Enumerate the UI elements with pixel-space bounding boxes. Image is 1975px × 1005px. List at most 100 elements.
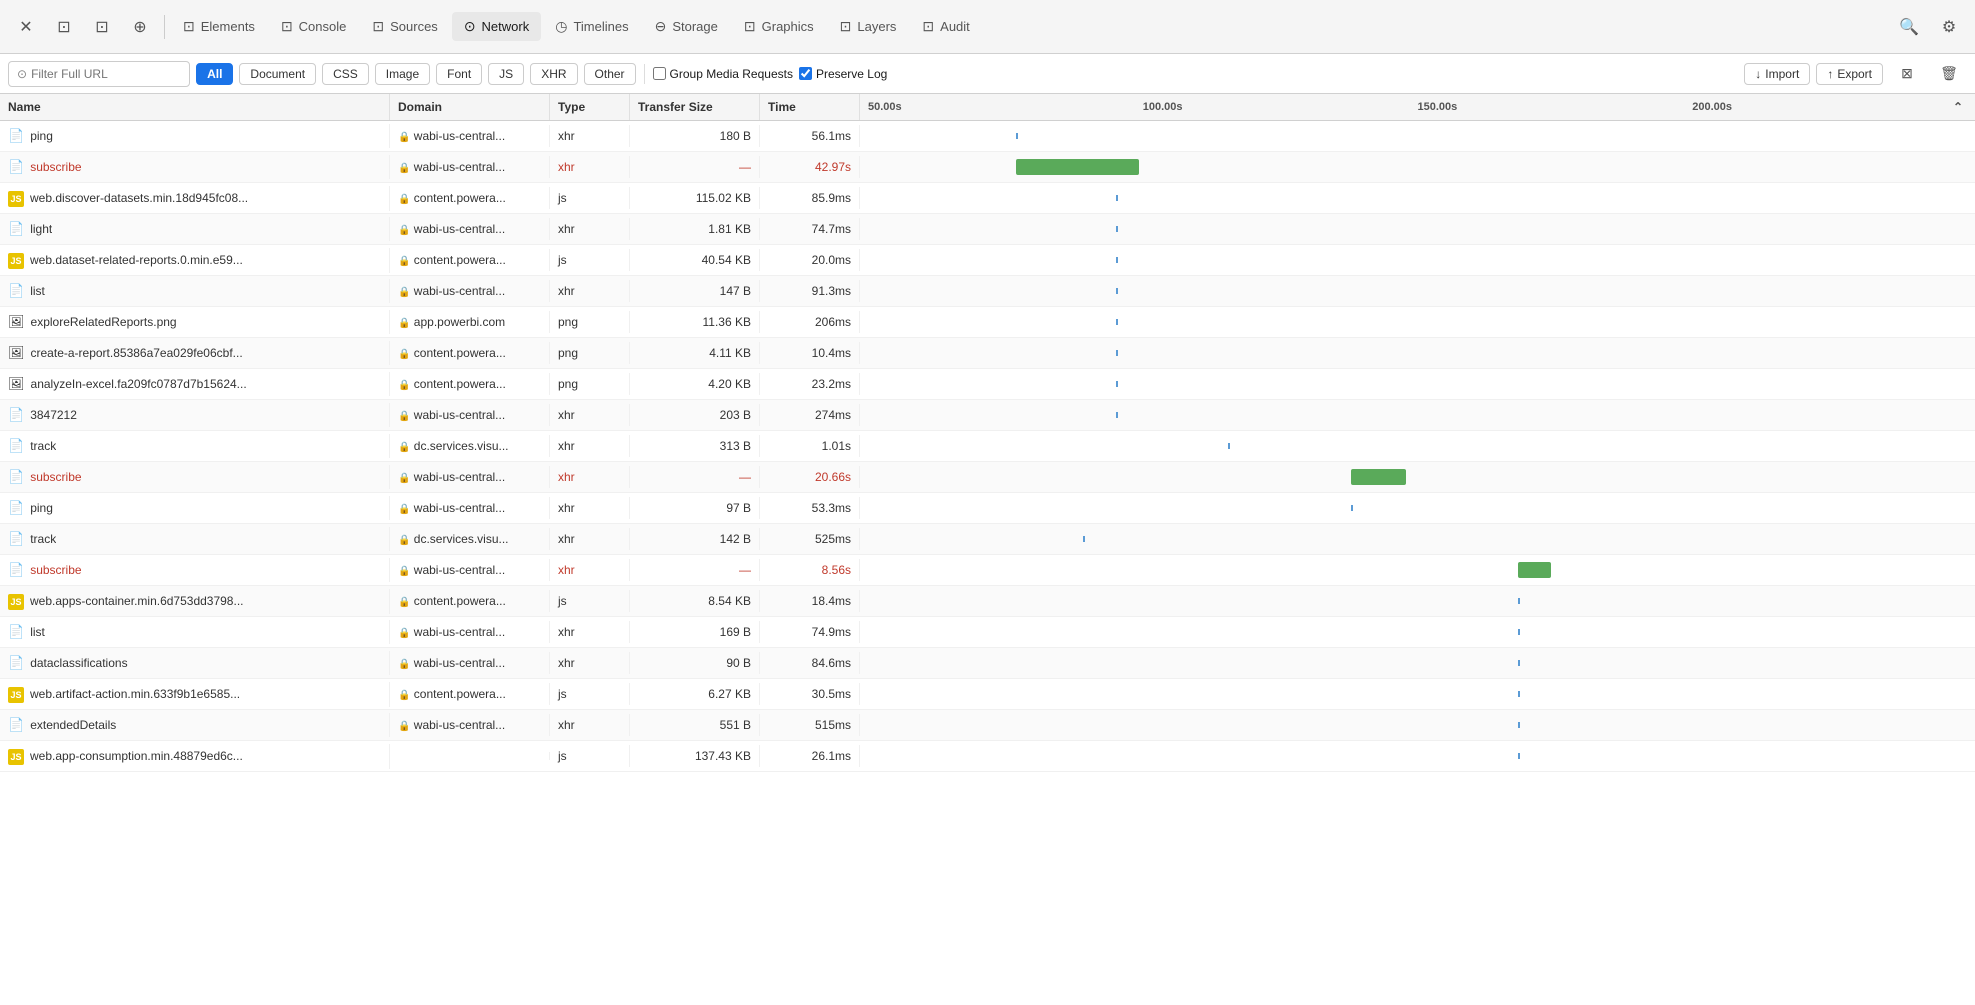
td-type: xhr bbox=[550, 218, 630, 240]
tab-timelines[interactable]: ◷ Timelines bbox=[543, 12, 640, 41]
table-row[interactable]: JS web.app-consumption.min.48879ed6c... … bbox=[0, 741, 1975, 772]
table-row[interactable]: 📄 track 🔒 dc.services.visu... xhr 142 B … bbox=[0, 524, 1975, 555]
filter-font-button[interactable]: Font bbox=[436, 63, 482, 85]
target-icon[interactable]: ⊕ bbox=[122, 9, 158, 45]
preserve-log-checkbox[interactable] bbox=[799, 67, 812, 80]
td-time: 206ms bbox=[760, 311, 860, 333]
tab-layers[interactable]: ⊡ Layers bbox=[828, 12, 909, 41]
timeline-tick-bar bbox=[1016, 133, 1018, 139]
lock-icon: 🔒 bbox=[398, 318, 410, 329]
domain-text: content.powera... bbox=[414, 191, 506, 205]
td-size: 180 B bbox=[630, 125, 760, 147]
export-label: Export bbox=[1837, 67, 1872, 81]
name-text: web.discover-datasets.min.18d945fc08... bbox=[30, 191, 248, 205]
lock-icon: 🔒 bbox=[398, 349, 410, 360]
collapse-timeline-button[interactable]: ⌃ bbox=[1953, 100, 1963, 114]
tab-audit[interactable]: ⊡ Audit bbox=[910, 12, 981, 41]
td-type: xhr bbox=[550, 621, 630, 643]
td-timeline bbox=[860, 710, 1975, 740]
filter-all-button[interactable]: All bbox=[196, 63, 233, 85]
filter-input[interactable] bbox=[31, 67, 181, 81]
table-row[interactable]: 🖼 exploreRelatedReports.png 🔒 app.powerb… bbox=[0, 307, 1975, 338]
timeline-tick-bar bbox=[1116, 257, 1118, 263]
undock-icon[interactable]: ⊡ bbox=[84, 9, 120, 45]
file-type-icon: 📄 bbox=[8, 159, 24, 175]
table-row[interactable]: 📄 list 🔒 wabi-us-central... xhr 147 B 91… bbox=[0, 276, 1975, 307]
table-body[interactable]: 📄 ping 🔒 wabi-us-central... xhr 180 B 56… bbox=[0, 121, 1975, 1005]
table-row[interactable]: 📄 list 🔒 wabi-us-central... xhr 169 B 74… bbox=[0, 617, 1975, 648]
table-row[interactable]: 📄 track 🔒 dc.services.visu... xhr 313 B … bbox=[0, 431, 1975, 462]
filter-css-button[interactable]: CSS bbox=[322, 63, 369, 85]
group-media-label[interactable]: Group Media Requests bbox=[653, 67, 793, 81]
name-text: subscribe bbox=[30, 160, 81, 174]
lock-icon: 🔒 bbox=[398, 721, 410, 732]
td-type: js bbox=[550, 249, 630, 271]
td-size: 313 B bbox=[630, 435, 760, 457]
table-row[interactable]: JS web.apps-container.min.6d753dd3798...… bbox=[0, 586, 1975, 617]
trash-icon[interactable]: 🗑 bbox=[1931, 56, 1967, 92]
search-icon[interactable]: 🔍 bbox=[1891, 9, 1927, 45]
tab-elements[interactable]: ⊡ Elements bbox=[171, 12, 267, 41]
tab-console[interactable]: ⊡ Console bbox=[269, 12, 358, 41]
lock-icon: 🔒 bbox=[398, 690, 410, 701]
table-row[interactable]: 📄 3847212 🔒 wabi-us-central... xhr 203 B… bbox=[0, 400, 1975, 431]
clear-icon[interactable]: ⊠ bbox=[1889, 56, 1925, 92]
table-row[interactable]: 📄 ping 🔒 wabi-us-central... xhr 180 B 56… bbox=[0, 121, 1975, 152]
td-type: xhr bbox=[550, 435, 630, 457]
td-time: 85.9ms bbox=[760, 187, 860, 209]
filter-js-button[interactable]: JS bbox=[488, 63, 524, 85]
table-row[interactable]: 📄 extendedDetails 🔒 wabi-us-central... x… bbox=[0, 710, 1975, 741]
td-size: — bbox=[630, 156, 760, 178]
th-timeline: 50.00s 100.00s 150.00s 200.00s ⌃ bbox=[860, 94, 1975, 120]
td-size: 40.54 KB bbox=[630, 249, 760, 271]
table-row[interactable]: 🖼 analyzeIn-excel.fa209fc0787d7b15624...… bbox=[0, 369, 1975, 400]
td-timeline bbox=[860, 493, 1975, 523]
table-row[interactable]: JS web.discover-datasets.min.18d945fc08.… bbox=[0, 183, 1975, 214]
export-arrow-icon: ↑ bbox=[1827, 67, 1833, 81]
filter-xhr-button[interactable]: XHR bbox=[530, 63, 577, 85]
preserve-log-label[interactable]: Preserve Log bbox=[799, 67, 887, 81]
td-timeline bbox=[860, 338, 1975, 368]
table-row[interactable]: 🖼 create-a-report.85386a7ea029fe06cbf...… bbox=[0, 338, 1975, 369]
td-name: 📄 dataclassifications bbox=[0, 651, 390, 675]
timeline-tick-bar bbox=[1116, 226, 1118, 232]
td-domain: 🔒 wabi-us-central... bbox=[390, 497, 550, 519]
td-time: 1.01s bbox=[760, 435, 860, 457]
tab-storage[interactable]: ⊖ Storage bbox=[643, 12, 730, 41]
table-row[interactable]: 📄 subscribe 🔒 wabi-us-central... xhr — 4… bbox=[0, 152, 1975, 183]
th-size[interactable]: Transfer Size bbox=[630, 94, 760, 120]
th-name[interactable]: Name bbox=[0, 94, 390, 120]
timeline-tick bbox=[1518, 617, 1520, 647]
td-type: xhr bbox=[550, 156, 630, 178]
filter-document-button[interactable]: Document bbox=[239, 63, 316, 85]
filter-other-button[interactable]: Other bbox=[584, 63, 636, 85]
table-row[interactable]: 📄 light 🔒 wabi-us-central... xhr 1.81 KB… bbox=[0, 214, 1975, 245]
file-type-icon: 📄 bbox=[8, 717, 24, 733]
td-timeline bbox=[860, 648, 1975, 678]
timeline-tick-bar bbox=[1083, 536, 1085, 542]
close-icon[interactable]: ✕ bbox=[8, 9, 44, 45]
th-type[interactable]: Type bbox=[550, 94, 630, 120]
dock-icon[interactable]: ⊡ bbox=[46, 9, 82, 45]
table-row[interactable]: 📄 dataclassifications 🔒 wabi-us-central.… bbox=[0, 648, 1975, 679]
filter-input-wrap[interactable]: ⊙ bbox=[8, 61, 190, 87]
filter-image-button[interactable]: Image bbox=[375, 63, 430, 85]
import-button[interactable]: ↓ Import bbox=[1744, 63, 1810, 85]
table-row[interactable]: JS web.artifact-action.min.633f9b1e6585.… bbox=[0, 679, 1975, 710]
tab-sources[interactable]: ⊡ Sources bbox=[360, 12, 449, 41]
timeline-tick-bar bbox=[1116, 381, 1118, 387]
tab-network[interactable]: ⊙ Network bbox=[452, 12, 541, 41]
tab-graphics[interactable]: ⊡ Graphics bbox=[732, 12, 826, 41]
sources-icon: ⊡ bbox=[372, 18, 384, 35]
table-row[interactable]: 📄 ping 🔒 wabi-us-central... xhr 97 B 53.… bbox=[0, 493, 1975, 524]
table-row[interactable]: 📄 subscribe 🔒 wabi-us-central... xhr — 2… bbox=[0, 462, 1975, 493]
th-domain[interactable]: Domain bbox=[390, 94, 550, 120]
table-row[interactable]: JS web.dataset-related-reports.0.min.e59… bbox=[0, 245, 1975, 276]
td-size: 4.20 KB bbox=[630, 373, 760, 395]
group-media-checkbox[interactable] bbox=[653, 67, 666, 80]
settings-icon[interactable]: ⚙ bbox=[1931, 9, 1967, 45]
table-row[interactable]: 📄 subscribe 🔒 wabi-us-central... xhr — 8… bbox=[0, 555, 1975, 586]
th-time[interactable]: Time bbox=[760, 94, 860, 120]
export-button[interactable]: ↑ Export bbox=[1816, 63, 1883, 85]
td-type: xhr bbox=[550, 528, 630, 550]
